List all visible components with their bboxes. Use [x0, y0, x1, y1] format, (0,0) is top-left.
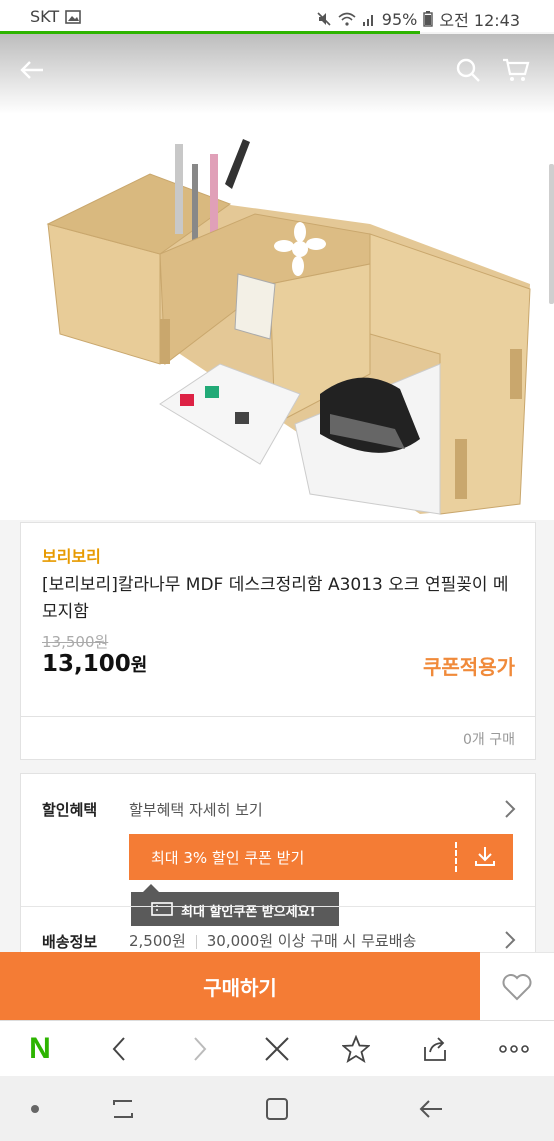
gallery-notification-icon [65, 9, 81, 24]
buy-bar: 구매하기 [0, 952, 554, 1021]
home-icon [266, 1098, 288, 1120]
share-icon [424, 1037, 446, 1061]
mute-icon [317, 12, 331, 26]
recent-apps-button[interactable] [108, 1094, 138, 1124]
free-shipping-condition: 30,000원 이상 구매 시 무료배송 [206, 932, 417, 950]
purchase-count: 0개 구매 [463, 732, 515, 748]
carrier-label: SKT [30, 7, 60, 26]
browser-forward-button[interactable] [184, 1033, 216, 1065]
cart-button[interactable] [498, 52, 534, 88]
signal-icon [362, 15, 373, 26]
sale-price-value: 13,100 [42, 651, 131, 677]
battery-icon [423, 11, 434, 27]
product-image[interactable] [0, 34, 554, 520]
cart-icon [503, 58, 530, 81]
benefit-label: 할인혜택 [42, 801, 98, 819]
coupon-price-label: 쿠폰적용가 [423, 655, 515, 679]
close-tab-button[interactable] [261, 1033, 293, 1065]
search-button[interactable] [450, 52, 486, 88]
coupon-download-button[interactable]: 최대 3% 할인 쿠폰 받기 [129, 834, 513, 880]
system-nav-bar [0, 1076, 554, 1141]
back-arrow-icon [419, 1100, 442, 1118]
shipping-info: 2,500원 30,000원 이상 구매 시 무료배송 [129, 930, 416, 951]
bookmark-button[interactable] [340, 1033, 372, 1065]
shipping-chevron-icon[interactable] [503, 930, 517, 950]
coupon-tooltip: 최대 할인쿠폰 받으세요! [131, 884, 339, 926]
heart-icon [502, 974, 532, 1001]
buy-button[interactable]: 구매하기 [0, 952, 480, 1020]
clock: 오전 12:43 [439, 11, 520, 30]
status-left: SKT [30, 7, 81, 26]
row-divider [21, 906, 535, 907]
purchase-count-row: 0개 구매 [20, 716, 536, 760]
naver-logo: N [29, 1032, 51, 1065]
wifi-icon [338, 12, 356, 26]
close-icon [265, 1037, 289, 1061]
recent-apps-icon [113, 1100, 133, 1118]
status-right: 95% 오전 12:43 [316, 7, 520, 31]
coupon-button-label: 최대 3% 할인 쿠폰 받기 [151, 849, 305, 867]
shipping-fee: 2,500원 [129, 932, 186, 950]
naver-home-button[interactable]: N [24, 1032, 56, 1065]
chevron-left-icon [112, 1037, 125, 1061]
original-price: 13,500원 [42, 633, 109, 651]
back-arrow-icon [20, 61, 43, 79]
brand-name[interactable]: 보리보리 [42, 543, 101, 567]
download-icon [475, 847, 495, 866]
system-back-button[interactable] [416, 1094, 446, 1124]
sale-price: 13,100원 [42, 651, 147, 677]
nav-dot-button[interactable] [20, 1094, 50, 1124]
coupon-ticket-icon [151, 902, 173, 916]
more-button[interactable] [498, 1033, 530, 1065]
browser-back-button[interactable] [103, 1033, 135, 1065]
more-icon [499, 1045, 529, 1053]
share-button[interactable] [419, 1033, 451, 1065]
benefit-card: 할인혜택 할부혜택 자세히 보기 최대 3% 할인 쿠폰 받기 최대 할인쿠폰 … [20, 773, 536, 965]
product-info-card: 보리보리 [보리보리]칼라나무 MDF 데스크정리함 A3013 오크 연필꽂이… [20, 522, 536, 718]
tooltip-text: 최대 할인쿠폰 받으세요! [181, 905, 316, 920]
status-bar: SKT 95% 오전 12:43 [0, 0, 554, 34]
chevron-right-icon [194, 1037, 207, 1061]
shipping-separator [195, 934, 197, 949]
scrollbar-thumb[interactable] [549, 164, 554, 304]
home-button[interactable] [262, 1094, 292, 1124]
sale-price-unit: 원 [130, 655, 148, 676]
back-button[interactable] [14, 52, 50, 88]
product-title: [보리보리]칼라나무 MDF 데스크정리함 A3013 오크 연필꽂이 메모지함 [42, 575, 509, 622]
dot-icon [31, 1105, 39, 1113]
star-icon [342, 1035, 370, 1063]
browser-toolbar: N [0, 1020, 554, 1077]
battery-percent: 95% [381, 9, 418, 29]
shipping-label: 배송정보 [42, 933, 98, 951]
installment-link[interactable]: 할부혜택 자세히 보기 [129, 799, 263, 820]
search-icon [456, 58, 480, 82]
chevron-right-icon[interactable] [503, 799, 517, 819]
wishlist-button[interactable] [480, 952, 554, 1021]
coupon-perforation [455, 842, 457, 872]
